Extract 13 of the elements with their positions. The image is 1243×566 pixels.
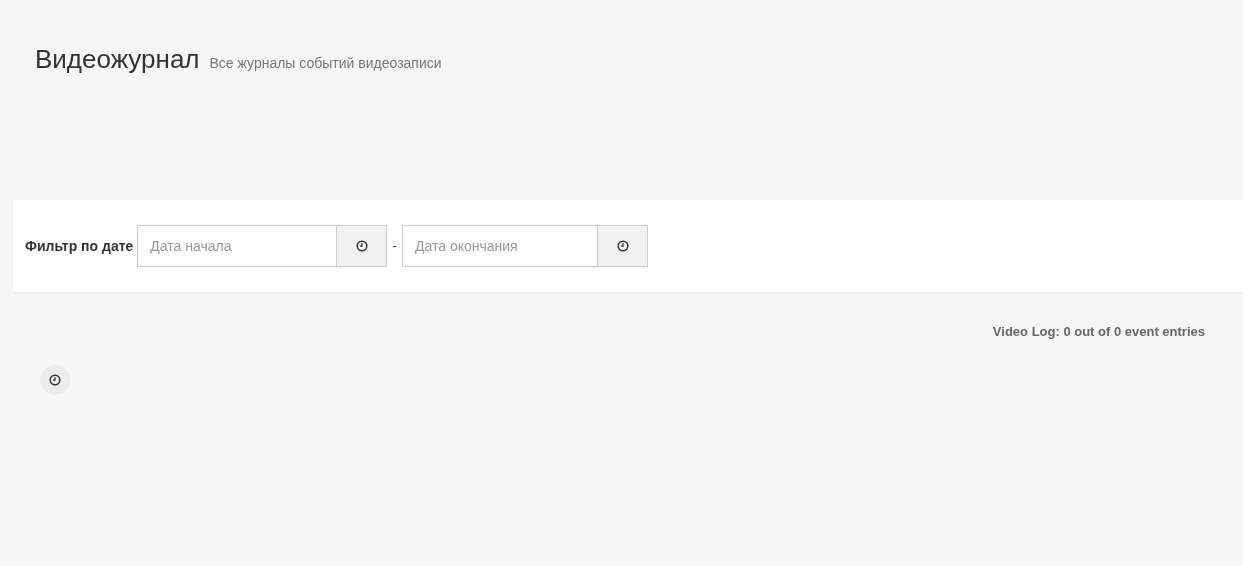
- range-separator: -: [392, 238, 397, 254]
- filter-label: Фильтр по дате: [25, 238, 134, 254]
- end-time-button[interactable]: [598, 225, 648, 267]
- clock-icon: [355, 240, 368, 252]
- start-date-field[interactable]: Дата начала: [137, 225, 338, 267]
- clock-button[interactable]: [40, 365, 70, 395]
- start-time-button[interactable]: [337, 225, 388, 267]
- clock-icon: [616, 240, 629, 252]
- end-date-field[interactable]: Дата окончания: [402, 225, 598, 267]
- clock-icon: [49, 374, 61, 386]
- page-title: Видеожурнал: [35, 44, 200, 75]
- entries-summary: Video Log: 0 out of 0 event entries: [992, 324, 1205, 339]
- page-subtitle: Все журналы событий видеозаписи: [209, 55, 442, 71]
